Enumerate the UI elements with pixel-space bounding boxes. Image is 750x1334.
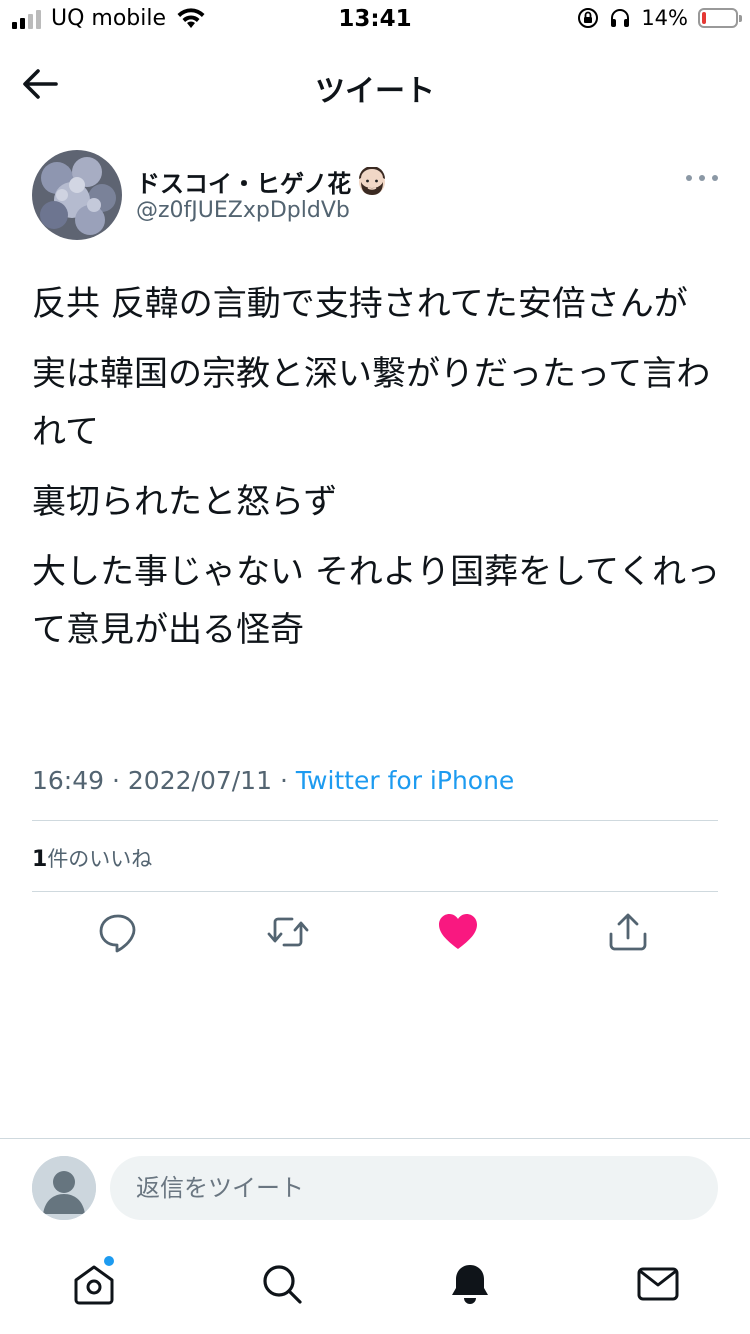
notifications-icon[interactable] xyxy=(446,1260,494,1308)
divider xyxy=(32,891,718,892)
like-count-label: 件のいいね xyxy=(47,847,153,871)
tweet-paragraph: 反共 反韓の言動で支持されてた安倍さんが xyxy=(32,284,688,324)
reply-icon[interactable] xyxy=(96,910,140,954)
share-icon[interactable] xyxy=(606,910,650,954)
tweet-date: 2022/07/11 xyxy=(127,766,272,795)
battery-percent: 14% xyxy=(641,6,688,30)
tweet-actions xyxy=(0,910,750,960)
notification-dot xyxy=(104,1256,114,1266)
tweet-paragraph: 裏切られたと怒らず xyxy=(32,482,338,522)
author-name[interactable]: ドスコイ・ヒゲノ花 xyxy=(136,164,387,199)
meta-separator: · xyxy=(279,766,288,795)
author-name-text: ドスコイ・ヒゲノ花 xyxy=(136,170,352,198)
tweet-source-link[interactable]: Twitter for iPhone xyxy=(296,766,514,795)
tweet-paragraph: 大した事じゃない それより国葬をしてくれって意見が出る怪奇 xyxy=(32,552,721,650)
bearded-man-emoji-icon xyxy=(359,166,386,195)
author-avatar[interactable] xyxy=(32,150,122,240)
divider xyxy=(32,820,718,821)
tweet-meta: 16:49 · 2022/07/11 · Twitter for iPhone xyxy=(32,766,514,795)
search-icon[interactable] xyxy=(258,1260,306,1308)
like-count-number: 1 xyxy=(32,847,48,872)
orientation-lock-icon xyxy=(578,8,599,28)
retweet-icon[interactable] xyxy=(266,910,310,954)
default-avatar-icon xyxy=(32,1156,96,1220)
messages-icon[interactable] xyxy=(634,1260,682,1308)
tweet-paragraph: 実は韓国の宗教と深い繋がりだったって言われて xyxy=(32,354,711,452)
divider xyxy=(0,1138,750,1139)
more-options-icon[interactable] xyxy=(684,168,720,188)
home-icon[interactable] xyxy=(70,1260,118,1308)
author-handle[interactable]: @z0fJUEZxpDpldVb xyxy=(136,198,350,223)
status-bar: UQ mobile 13:41 14% xyxy=(0,0,750,40)
reply-input[interactable]: 返信をツイート xyxy=(110,1156,718,1220)
battery-level xyxy=(702,12,706,24)
heart-icon[interactable] xyxy=(436,910,480,954)
tweet-time: 16:49 xyxy=(32,766,105,795)
headphones-icon xyxy=(611,9,630,27)
nav-header: ツイート xyxy=(0,48,750,120)
page-title: ツイート xyxy=(315,74,435,109)
tweet-text: 反共 反韓の言動で支持されてた安倍さんが 実は韓国の宗教と深い繋がりだったって言… xyxy=(32,275,722,671)
bottom-tab-bar xyxy=(0,1248,750,1328)
likes-count[interactable]: 1件のいいね xyxy=(32,843,152,873)
meta-separator: · xyxy=(112,766,120,795)
battery-icon xyxy=(698,8,742,28)
user-avatar[interactable] xyxy=(32,1156,96,1220)
